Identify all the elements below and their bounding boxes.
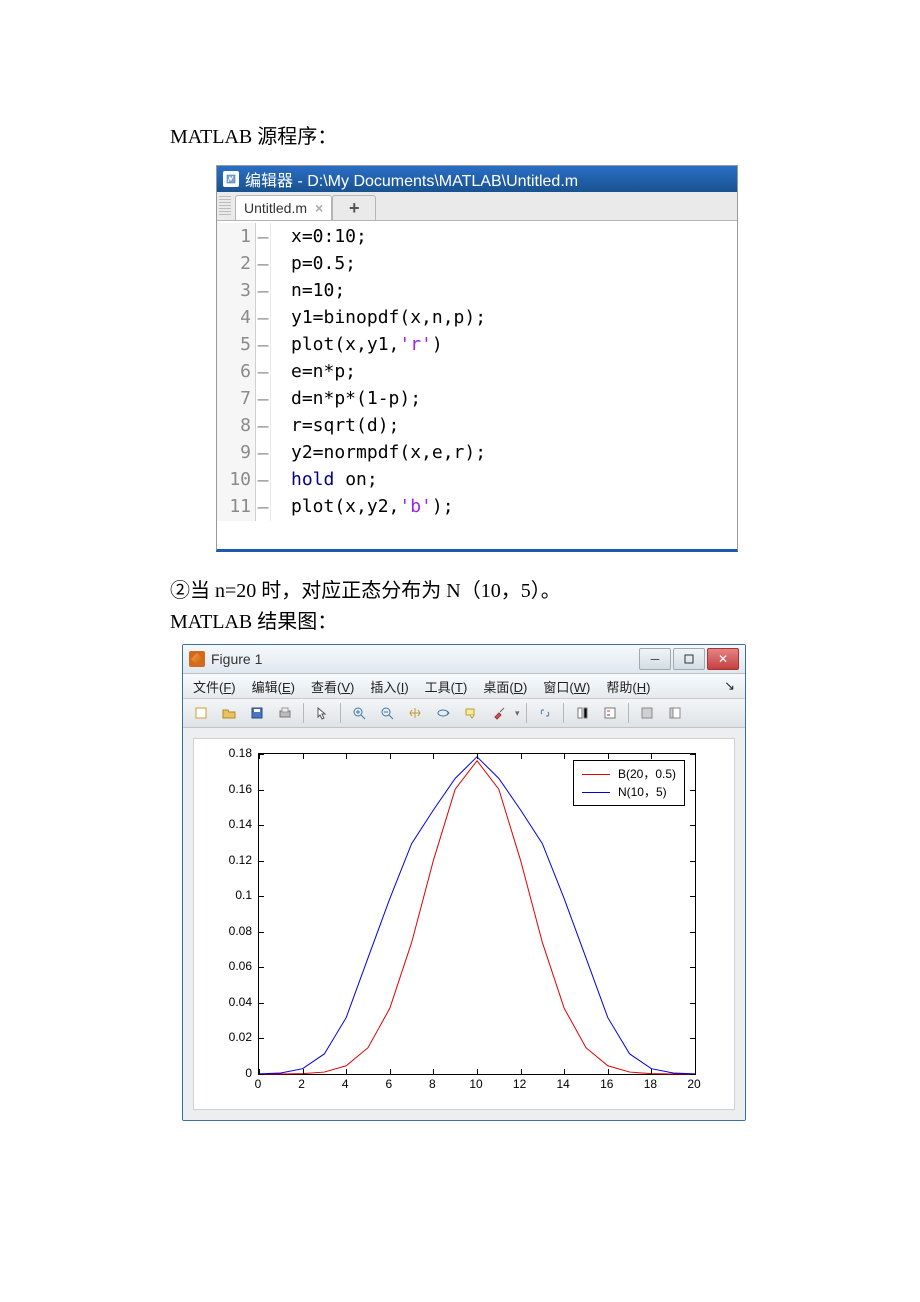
breakpoint-column[interactable]: –––––––––––: [256, 223, 271, 521]
menu-item[interactable]: 工具(T): [425, 677, 468, 696]
figure-title-text: Figure 1: [211, 651, 262, 667]
brush-button[interactable]: [487, 701, 511, 725]
paragraph-case2: ②当 n=20 时，对应正态分布为 N（10，5）。: [170, 574, 750, 603]
tab-drag-handle[interactable]: [219, 196, 231, 216]
minimize-button[interactable]: ─: [639, 648, 671, 670]
legend-box[interactable]: B(20，0.5) N(10，5): [573, 760, 685, 806]
matlab-figure-window: Figure 1 ─ ✕ 文件(F) 编辑(E) 查看(V) 插入(I) 工具(T) 桌面…: [182, 644, 746, 1121]
ytick-label: 0.1: [194, 888, 252, 902]
toolbar-separator: [303, 703, 304, 723]
legend-entry-binomial: B(20，0.5): [582, 765, 676, 783]
tab-label: Untitled.m: [244, 200, 307, 216]
ytick-label: 0.04: [194, 995, 252, 1009]
menu-item[interactable]: 查看(V): [311, 677, 354, 696]
menu-item[interactable]: 帮助(H): [606, 677, 650, 696]
ytick-label: 0.12: [194, 853, 252, 867]
tab-untitled[interactable]: Untitled.m ×: [235, 195, 332, 220]
insert-legend-button[interactable]: [598, 701, 622, 725]
zoom-in-button[interactable]: [347, 701, 371, 725]
insert-colorbar-button[interactable]: [570, 701, 594, 725]
heading-source-code: MATLAB 源程序：: [170, 120, 750, 149]
menu-item[interactable]: 桌面(D): [483, 677, 527, 696]
legend-entry-normal: N(10，5): [582, 783, 676, 801]
zoom-out-button[interactable]: [375, 701, 399, 725]
open-button[interactable]: [217, 701, 241, 725]
xtick-label: 20: [687, 1077, 700, 1091]
new-tab-button[interactable]: +: [332, 195, 376, 220]
editor-title-text: 编辑器 - D:\My Documents\MATLAB\Untitled.m: [245, 167, 578, 191]
binomial-curve: [259, 761, 695, 1074]
xtick-label: 12: [513, 1077, 526, 1091]
ytick-label: 0.06: [194, 959, 252, 973]
xtick-label: 4: [342, 1077, 349, 1091]
figure-toolbar: ▾: [183, 699, 745, 728]
print-button[interactable]: [273, 701, 297, 725]
dropdown-icon[interactable]: ▾: [515, 708, 520, 719]
xtick-label: 8: [429, 1077, 436, 1091]
legend-line-blue: [582, 792, 610, 793]
ytick-label: 0.08: [194, 924, 252, 938]
maximize-button[interactable]: [673, 648, 705, 670]
matlab-editor-window: 编辑器 - D:\My Documents\MATLAB\Untitled.m …: [216, 165, 738, 552]
menu-item[interactable]: 编辑(E): [252, 677, 295, 696]
tab-close-icon[interactable]: ×: [315, 200, 323, 216]
axes-box[interactable]: B(20，0.5) N(10，5) 0.18 0.16 0.14 0.12 0.1 0.0…: [193, 738, 735, 1110]
editor-titlebar: 编辑器 - D:\My Documents\MATLAB\Untitled.m: [217, 166, 737, 192]
figure-menubar: 文件(F) 编辑(E) 查看(V) 插入(I) 工具(T) 桌面(D) 窗口(W) 帮助(H)…: [183, 674, 745, 699]
axes-frame: B(20，0.5) N(10，5): [258, 753, 696, 1075]
rotate3d-button[interactable]: [431, 701, 455, 725]
ytick-label: 0.14: [194, 817, 252, 831]
ytick-label: 0.02: [194, 1030, 252, 1044]
legend-line-red: [582, 774, 610, 775]
toolbar-separator: [526, 703, 527, 723]
legend-label-binomial: B(20，0.5): [618, 765, 676, 783]
new-figure-button[interactable]: [189, 701, 213, 725]
xtick-label: 14: [557, 1077, 570, 1091]
editor-code-area[interactable]: 1234567891011 ––––––––––– x=0:10;p=0.5;n…: [217, 221, 737, 549]
xtick-label: 18: [644, 1077, 657, 1091]
line-number-gutter: 1234567891011: [217, 223, 256, 521]
matlab-logo-icon: [189, 651, 205, 667]
window-buttons: ─ ✕: [639, 648, 739, 670]
save-button[interactable]: [245, 701, 269, 725]
menu-item[interactable]: 插入(I): [370, 677, 408, 696]
toolbar-separator: [628, 703, 629, 723]
toolbar-separator: [340, 703, 341, 723]
heading-result-figure: MATLAB 结果图：: [170, 605, 750, 634]
legend-label-normal: N(10，5): [618, 783, 667, 801]
ytick-label: 0: [194, 1066, 252, 1080]
hide-plot-tools-button[interactable]: [635, 701, 659, 725]
datatip-button[interactable]: [459, 701, 483, 725]
menubar-anchor-icon[interactable]: ↘: [724, 678, 735, 694]
figure-titlebar[interactable]: Figure 1 ─ ✕: [183, 645, 745, 674]
editor-icon: [223, 171, 239, 187]
close-button[interactable]: ✕: [707, 648, 739, 670]
show-plot-tools-button[interactable]: [663, 701, 687, 725]
pan-button[interactable]: [403, 701, 427, 725]
xtick-label: 6: [385, 1077, 392, 1091]
pointer-button[interactable]: [310, 701, 334, 725]
link-button[interactable]: [533, 701, 557, 725]
ytick-label: 0.18: [194, 746, 252, 760]
xtick-label: 16: [600, 1077, 613, 1091]
menu-item[interactable]: 窗口(W): [543, 677, 590, 696]
code-column[interactable]: x=0:10;p=0.5;n=10;y1=binopdf(x,n,p);plot…: [271, 223, 486, 521]
document-page: MATLAB 源程序： 编辑器 - D:\My Documents\MATLAB…: [0, 0, 920, 1181]
figure-canvas: B(20，0.5) N(10，5) 0.18 0.16 0.14 0.12 0.1 0.0…: [183, 728, 745, 1120]
xtick-label: 2: [298, 1077, 305, 1091]
editor-tabbar: Untitled.m × +: [217, 192, 737, 221]
menu-item[interactable]: 文件(F): [193, 677, 236, 696]
xtick-label: 0: [255, 1077, 262, 1091]
ytick-label: 0.16: [194, 782, 252, 796]
xtick-label: 10: [469, 1077, 482, 1091]
toolbar-separator: [563, 703, 564, 723]
